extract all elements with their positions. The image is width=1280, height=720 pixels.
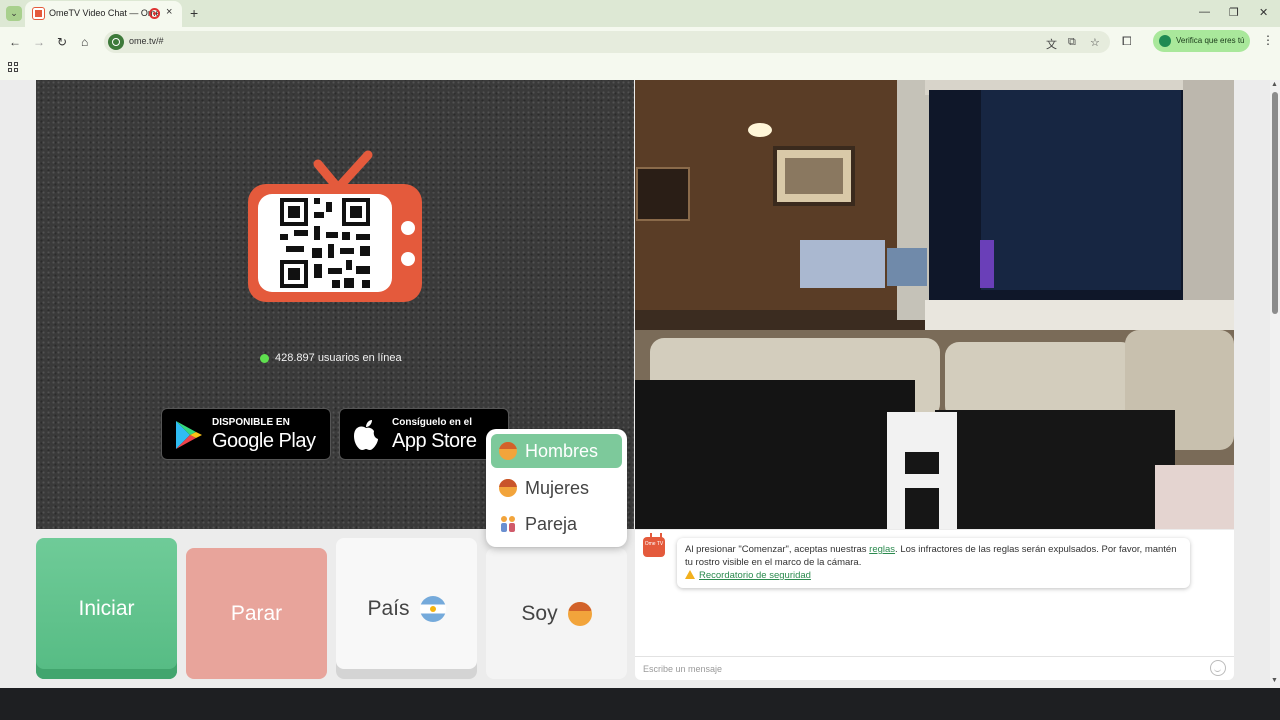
app-store-small-text: Consíguelo en el	[392, 417, 473, 428]
profile-icon	[1159, 35, 1171, 47]
tab-search-button[interactable]: ⌄	[6, 6, 22, 21]
online-count-text: 428.897 usuarios en línea	[275, 352, 402, 364]
country-label: País	[367, 596, 410, 620]
chat-input-bar	[635, 656, 1234, 680]
self-camera-pane	[635, 80, 1234, 529]
country-button[interactable]: País	[336, 538, 477, 679]
tab-title: OmeTV Video Chat — Ome	[49, 8, 161, 18]
menu-icon[interactable]: ⋮	[1262, 33, 1274, 47]
browser-tab-bar: ⌄ OmeTV Video Chat — Ome × + — ❐ ✕	[0, 0, 1280, 27]
google-play-big-text: Google Play	[212, 430, 316, 452]
address-bar[interactable]: ome.tv/# 文 ⧉ ☆	[104, 31, 1110, 53]
minimize-button[interactable]: —	[1199, 6, 1210, 18]
gender-label: Soy	[521, 601, 558, 625]
scroll-down-icon[interactable]: ▼	[1271, 677, 1278, 684]
message-input[interactable]	[643, 662, 1183, 676]
apple-icon	[354, 420, 378, 450]
gender-option-label: Pareja	[525, 513, 578, 534]
google-play-small-text: DISPONIBLE EN	[212, 417, 290, 428]
page-scrollbar[interactable]: ▲ ▼	[1270, 80, 1280, 688]
profile-verify-label: Verifica que eres tú	[1176, 36, 1245, 45]
tab-close-button[interactable]: ×	[166, 6, 172, 18]
camera-feed-image	[635, 80, 1234, 529]
browser-toolbar: ← → ↻ ⌂ ome.tv/# 文 ⧉ ☆ ⧠ Verifica que er…	[0, 27, 1280, 57]
gender-option-mujeres[interactable]: Mujeres	[491, 471, 622, 505]
start-button[interactable]: Iniciar	[36, 538, 177, 679]
ometv-qr-logo-icon	[248, 150, 422, 302]
gender-option-label: Mujeres	[525, 477, 590, 498]
woman-emoji-icon	[499, 479, 517, 497]
window-close-button[interactable]: ✕	[1259, 6, 1268, 19]
url-text: ome.tv/#	[129, 36, 164, 46]
gender-option-hombres[interactable]: Hombres	[491, 434, 622, 468]
restore-button[interactable]: ❐	[1229, 6, 1239, 19]
ometv-chat-logo-icon: Ome TV	[643, 537, 665, 557]
app-store-big-text: App Store	[392, 430, 477, 452]
gender-button[interactable]: Soy	[486, 548, 627, 679]
app-store-badge[interactable]: Consíguelo en el App Store	[339, 408, 509, 460]
new-tab-button[interactable]: +	[190, 5, 198, 21]
star-icon[interactable]: ☆	[1090, 36, 1100, 49]
scroll-thumb[interactable]	[1272, 92, 1278, 314]
extensions-icon[interactable]: ⧠	[1122, 34, 1132, 49]
translate-icon[interactable]: 文	[1046, 36, 1057, 52]
stop-label: Parar	[230, 601, 283, 625]
forward-icon[interactable]: →	[33, 35, 45, 49]
start-label: Iniciar	[78, 596, 135, 620]
argentina-flag-icon	[419, 595, 446, 622]
gender-dropdown: Hombres Mujeres Pareja	[486, 429, 627, 547]
warning-icon	[685, 570, 695, 579]
chat-panel: Ome TV Al presionar "Comenzar", aceptas …	[635, 530, 1234, 680]
stop-button[interactable]: Parar	[186, 548, 327, 679]
install-icon[interactable]: ⧉	[1068, 36, 1076, 49]
rules-notice: Al presionar "Comenzar", aceptas nuestra…	[677, 538, 1190, 588]
man-emoji-icon	[499, 442, 517, 460]
man-emoji-icon	[567, 601, 592, 626]
back-icon[interactable]: ←	[9, 35, 21, 49]
apps-icon[interactable]	[8, 62, 18, 72]
active-tab[interactable]: OmeTV Video Chat — Ome ×	[25, 1, 182, 27]
recording-icon	[149, 8, 160, 19]
scroll-up-icon[interactable]: ▲	[1271, 81, 1278, 88]
bookmarks-bar	[0, 57, 1280, 80]
safety-reminder-link[interactable]: Recordatorio de seguridad	[699, 570, 811, 581]
profile-verify-button[interactable]: Verifica que eres tú	[1153, 30, 1250, 52]
google-play-icon	[176, 421, 202, 449]
emoji-picker-icon[interactable]	[1210, 660, 1226, 676]
online-counter: 428.897 usuarios en línea	[260, 352, 402, 364]
screen-bottom-band	[0, 688, 1280, 720]
reload-icon[interactable]: ↻	[57, 35, 67, 49]
gender-option-pareja[interactable]: Pareja	[491, 507, 622, 541]
rules-link[interactable]: reglas	[869, 544, 895, 555]
notice-text-pre: Al presionar "Comenzar", aceptas nuestra…	[685, 544, 870, 555]
ometv-favicon-icon	[33, 8, 44, 19]
couple-emoji-icon	[501, 516, 515, 532]
gender-option-label: Hombres	[525, 440, 599, 461]
home-icon[interactable]: ⌂	[81, 35, 88, 49]
online-dot-icon	[260, 353, 269, 363]
site-info-icon[interactable]	[108, 34, 124, 50]
google-play-badge[interactable]: DISPONIBLE EN Google Play	[161, 408, 331, 460]
